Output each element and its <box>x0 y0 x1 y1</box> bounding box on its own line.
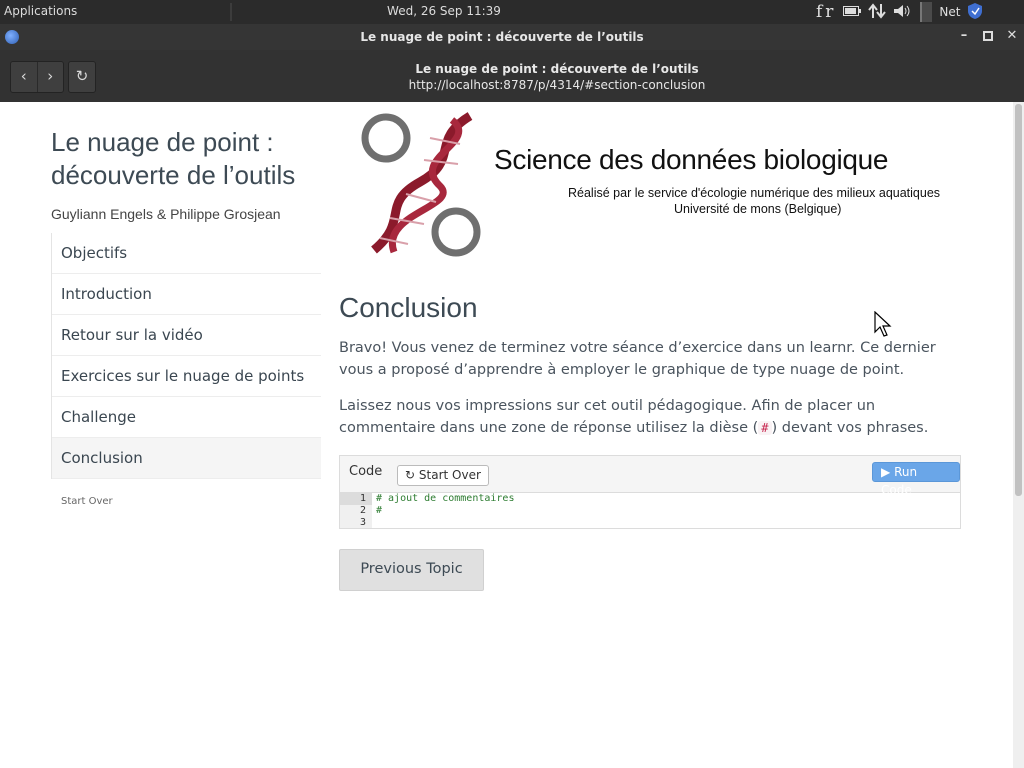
window-title: Le nuage de point : découverte de l’outi… <box>360 30 644 44</box>
battery-icon[interactable] <box>843 5 862 19</box>
topic-nav: Objectifs Introduction Retour sur la vid… <box>51 233 321 479</box>
url-text: http://localhost:8787/p/4314/#section-co… <box>408 78 706 92</box>
shield-icon[interactable] <box>967 2 982 22</box>
workspace-indicator[interactable] <box>920 2 933 22</box>
window-titlebar[interactable]: Le nuage de point : découverte de l’outi… <box>0 24 1024 50</box>
code-exercise: Code ↻ Start Over ▶ Run Code 1 2 3 # ajo… <box>339 455 961 529</box>
section-title: Conclusion <box>339 292 478 323</box>
volume-icon[interactable] <box>893 4 913 21</box>
exercise-label: Code <box>349 464 383 479</box>
feedback-text-after: ) devant vos phrases. <box>771 420 929 436</box>
topic-exercices[interactable]: Exercices sur le nuage de points <box>52 356 321 397</box>
desktop-panel: Applications Wed, 26 Sep 11:39 fr Net <box>0 0 1024 24</box>
conclusion-paragraph: Bravo! Vous venez de terminez votre séan… <box>339 340 936 378</box>
banner-heading: Science des données biologique <box>494 144 889 175</box>
reload-icon[interactable]: ↻ <box>68 61 96 93</box>
browser-toolbar: ‹ › ↻ Le nuage de point : découverte de … <box>0 50 1024 102</box>
course-banner: Science des données biologique Réalisé p… <box>360 110 960 260</box>
maximize-icon[interactable] <box>979 27 997 45</box>
keyboard-layout-indicator[interactable]: fr <box>816 3 836 21</box>
line-number: 2 <box>359 505 366 516</box>
line-gutter: 1 2 3 <box>340 493 372 528</box>
line-number: 1 <box>340 493 372 505</box>
topic-retour-video[interactable]: Retour sur la vidéo <box>52 315 321 356</box>
network-transfer-icon[interactable] <box>868 2 887 22</box>
clock[interactable]: Wed, 26 Sep 11:39 <box>0 4 888 18</box>
feedback-paragraph: Laissez nous vos impressions sur cet out… <box>339 395 969 439</box>
scrollbar-thumb[interactable] <box>1015 104 1022 496</box>
start-over-label: Start Over <box>418 468 481 482</box>
nav-buttons: ‹ › <box>10 61 64 93</box>
topic-objectifs[interactable]: Objectifs <box>52 233 321 274</box>
topic-introduction[interactable]: Introduction <box>52 274 321 315</box>
address-display[interactable]: Le nuage de point : découverte de l’outi… <box>300 61 814 93</box>
hash-code: # <box>758 421 772 435</box>
authors: Guyliann Engels & Philippe Grosjean <box>51 206 281 222</box>
back-icon[interactable]: ‹ <box>11 62 37 92</box>
vertical-scrollbar[interactable] <box>1013 102 1024 768</box>
system-tray: fr Net <box>816 2 982 22</box>
previous-topic-button[interactable]: Previous Topic <box>339 549 484 591</box>
code-editor[interactable]: 1 2 3 # ajout de commentaires # <box>340 493 960 528</box>
line-number: 3 <box>359 517 366 528</box>
play-icon: ▶ <box>881 465 891 479</box>
exercise-start-over-button[interactable]: ↻ Start Over <box>397 465 489 486</box>
exercise-header: Code ↻ Start Over ▶ Run Code <box>340 456 960 497</box>
start-over-link[interactable]: Start Over <box>61 496 113 507</box>
topic-conclusion[interactable]: Conclusion <box>52 438 321 479</box>
page-title: Le nuage de point : découverte de l’outi… <box>415 62 699 76</box>
network-label[interactable]: Net <box>939 5 960 19</box>
topic-challenge[interactable]: Challenge <box>52 397 321 438</box>
course-logo <box>361 112 481 257</box>
refresh-icon: ↻ <box>405 468 416 482</box>
tutorial-title: Le nuage de point : découverte de l’outi… <box>51 127 296 190</box>
mouse-cursor-icon <box>874 311 892 337</box>
code-line[interactable]: # <box>376 505 514 517</box>
forward-icon[interactable]: › <box>36 62 64 92</box>
banner-line-2: Université de mons (Belgique) <box>674 202 842 216</box>
close-icon[interactable]: ✕ <box>1003 27 1021 45</box>
minimize-icon[interactable]: – <box>955 27 973 45</box>
banner-line-1: Réalisé par le service d'écologie numéri… <box>568 186 941 200</box>
code-line[interactable]: # ajout de commentaires <box>376 493 514 505</box>
run-code-button[interactable]: ▶ Run Code <box>872 462 960 497</box>
code-lines[interactable]: # ajout de commentaires # <box>376 493 514 517</box>
